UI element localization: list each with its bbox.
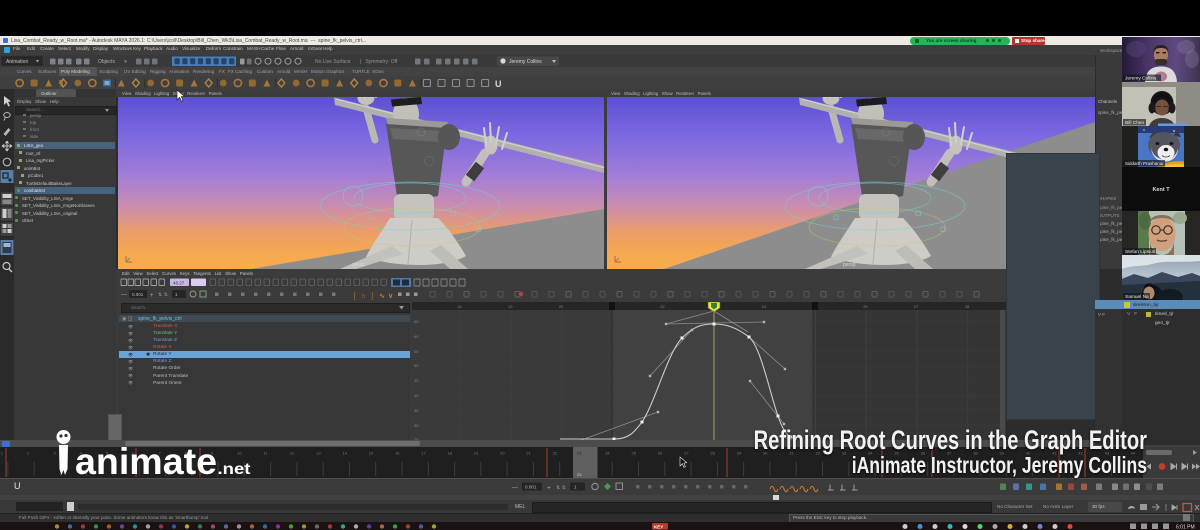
svg-text:11: 11: [264, 451, 269, 456]
svg-text:40: 40: [414, 393, 419, 398]
svg-text:18: 18: [457, 304, 462, 309]
svg-text:Jeremy Collins: Jeremy Collins: [509, 59, 542, 65]
svg-text:26: 26: [863, 304, 868, 309]
svg-text:60: 60: [414, 334, 419, 339]
svg-text:45: 45: [414, 378, 419, 383]
svg-text:∨: ∨: [388, 293, 393, 300]
svg-text:.net: .net: [218, 461, 252, 478]
svg-text:⇅ ⇅: ⇅ ⇅: [158, 292, 168, 298]
svg-text:65: 65: [414, 319, 419, 324]
svg-text:T: T: [59, 78, 65, 88]
svg-text:Jeremy Collins: Jeremy Collins: [1125, 76, 1157, 82]
svg-text:28: 28: [965, 304, 970, 309]
svg-text:0.001: 0.001: [132, 292, 144, 297]
svg-text:Objects: Objects: [98, 59, 115, 65]
svg-text:KEY: KEY: [654, 525, 663, 530]
svg-text:27: 27: [914, 304, 919, 309]
svg-text:⇅ ⇅: ⇅ ⇅: [556, 485, 566, 491]
svg-text:| Symmetry: Off: | Symmetry: Off: [360, 59, 398, 65]
svg-text:+: +: [547, 485, 551, 492]
svg-text:48.27: 48.27: [173, 281, 185, 286]
svg-text:∿: ∿: [379, 293, 385, 300]
svg-text:—: —: [121, 292, 127, 298]
svg-text:⌡: ⌡: [370, 292, 374, 300]
svg-text:∩: ∩: [361, 293, 366, 300]
svg-text:persp: persp: [843, 262, 856, 268]
svg-text:Animation: Animation: [6, 59, 28, 65]
svg-text:6:01 PM: 6:01 PM: [1176, 525, 1195, 530]
svg-text:Siddarth Prashanar: Siddarth Prashanar: [1125, 161, 1164, 166]
svg-text:+: +: [150, 293, 154, 299]
svg-text:animate: animate: [75, 441, 217, 478]
svg-text:35: 35: [414, 408, 419, 413]
svg-text:persp: persp: [352, 262, 365, 268]
svg-text:50: 50: [414, 363, 419, 368]
svg-text:55: 55: [414, 349, 419, 354]
svg-text:—: —: [512, 485, 518, 491]
svg-text:1: 1: [1, 451, 4, 456]
svg-text:Kent T: Kent T: [1152, 187, 1170, 193]
svg-text:24: 24: [762, 304, 767, 309]
svg-text:2: 2: [27, 451, 30, 456]
svg-text:20: 20: [559, 304, 564, 309]
svg-text:19: 19: [508, 304, 513, 309]
svg-text:U: U: [495, 79, 502, 89]
svg-text:No Live Surface: No Live Surface: [315, 59, 351, 65]
svg-text:1: 1: [574, 485, 577, 490]
svg-text:22: 22: [660, 304, 665, 309]
svg-text:0.001: 0.001: [525, 485, 537, 490]
svg-text:⌠: ⌠: [352, 292, 356, 301]
